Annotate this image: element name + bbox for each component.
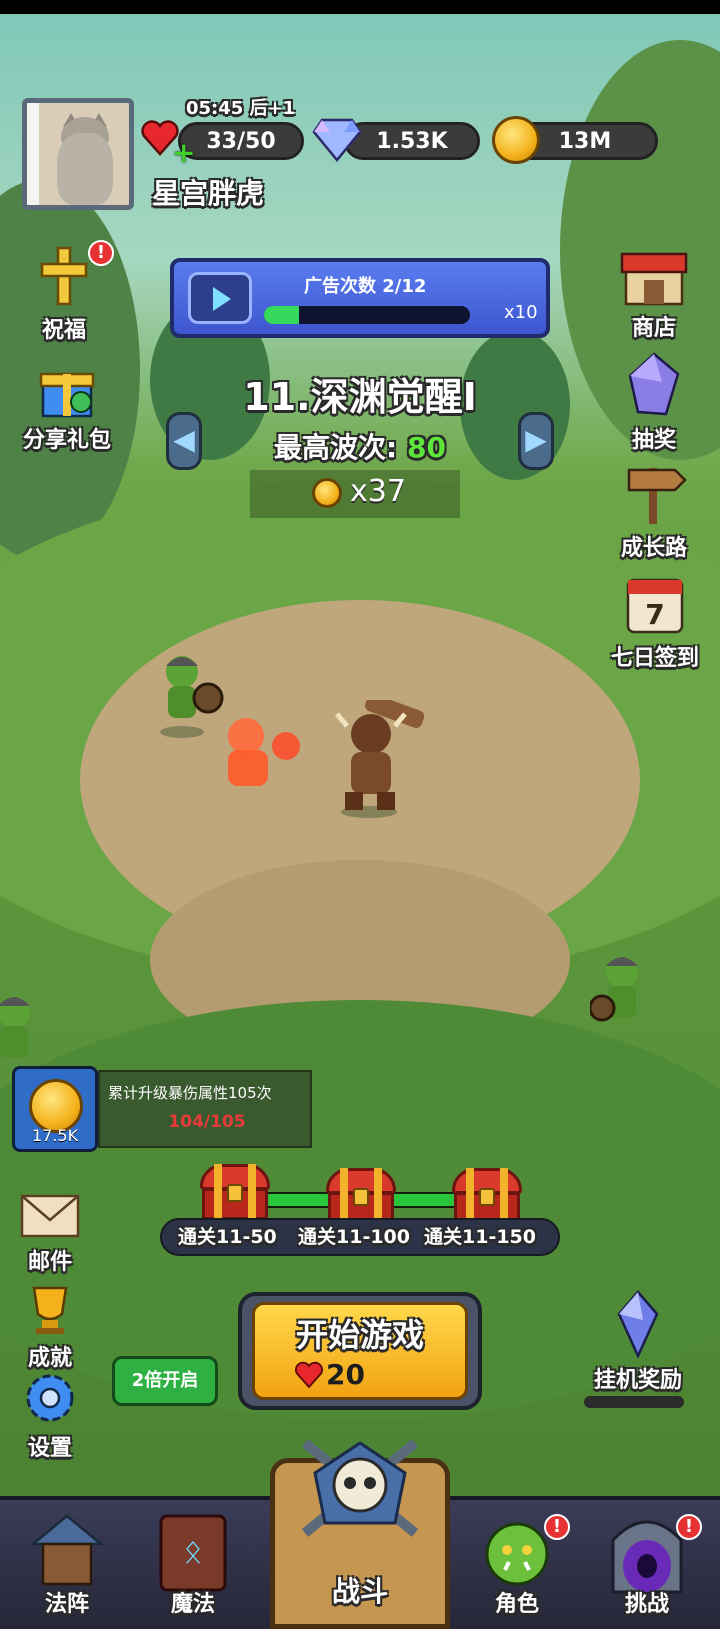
mail-button[interactable]: 邮件: [0, 1190, 100, 1276]
quest-coin-icon: [29, 1079, 83, 1133]
gem-pill: 1.53K: [344, 122, 480, 160]
ad-count-label: 广告次数 2/12: [304, 272, 426, 298]
gem-value: 1.53K: [376, 128, 448, 154]
coin-reward-amount: x37: [350, 474, 406, 509]
heart-icon: [294, 1361, 324, 1389]
ad-progress-track: [264, 306, 470, 324]
quest-reward-value: 17.5K: [31, 1126, 79, 1145]
shop-icon: [620, 252, 688, 306]
player-name: 星宫胖虎: [152, 177, 265, 210]
settings-button[interactable]: 设置: [0, 1370, 100, 1462]
svg-text:ᛟ: ᛟ: [183, 1532, 202, 1570]
nav-challenge-label: 挑战: [624, 1592, 669, 1617]
nav-battle[interactable]: 战斗: [270, 1439, 450, 1629]
chest-lock-icon: [227, 1184, 243, 1202]
gear-icon: [26, 1374, 74, 1422]
growth-path-button[interactable]: 成长路: [604, 460, 704, 562]
shop-button[interactable]: 商店: [604, 246, 704, 342]
ad-label-text: 广告次数: [304, 276, 376, 297]
cross-icon: [40, 246, 88, 306]
chest-lock-icon: [479, 1188, 495, 1206]
orc-enemy-2: [590, 956, 638, 1022]
stamina-timer: 05:45 后+1: [186, 98, 296, 119]
milestone-chest-1[interactable]: [200, 1164, 270, 1220]
blessing-badge: !: [88, 240, 114, 266]
blessing-label: 祝福: [41, 318, 86, 343]
chest-lock-icon: [353, 1188, 369, 1206]
growth-path-label: 成长路: [620, 536, 687, 561]
fire-hero: [228, 718, 300, 786]
calendar-day: 7: [645, 598, 664, 631]
stamina-pill: 33/50: [178, 122, 304, 160]
tower-icon: [29, 1514, 105, 1586]
achievements-button[interactable]: 成就: [0, 1284, 100, 1372]
double-speed-button[interactable]: 2倍开启: [112, 1356, 218, 1406]
quest-panel: 累计升级暴伤属性105次 104/105: [98, 1070, 312, 1148]
milestone-chest-3[interactable]: [452, 1168, 522, 1224]
milestone-label-1: 通关11-50: [178, 1226, 277, 1248]
best-wave: 最高波次: 80: [0, 426, 720, 466]
nav-magic[interactable]: ᛟ 魔法: [138, 1510, 248, 1626]
nav-formation-label: 法阵: [44, 1592, 89, 1617]
shop-label: 商店: [631, 316, 676, 341]
upgrade-quest-card[interactable]: 17.5K 累计升级暴伤属性105次 104/105: [12, 1066, 312, 1152]
start-game-cost: 20: [326, 1358, 365, 1391]
nav-formation[interactable]: 法阵: [12, 1510, 122, 1626]
add-stamina-button[interactable]: +: [172, 139, 195, 167]
challenge-badge: !: [676, 1514, 702, 1540]
idle-reward-bar: [584, 1396, 684, 1408]
best-wave-value: 80: [406, 431, 446, 464]
milestone-chest-2[interactable]: [326, 1168, 396, 1224]
nav-character-label: 角色: [494, 1592, 539, 1617]
stamina-value: 33/50: [206, 128, 276, 154]
start-game-button[interactable]: 开始游戏 20: [238, 1292, 482, 1410]
ad-multiplier: x10: [504, 302, 538, 323]
video-play-icon: [188, 272, 252, 324]
quest-reward-box: 17.5K: [12, 1066, 98, 1152]
player-avatar[interactable]: [22, 98, 134, 210]
signpost-icon: [627, 468, 687, 524]
gem-icon: [312, 118, 362, 162]
spellbook-icon: ᛟ: [159, 1514, 227, 1592]
gold-coin-icon: [492, 116, 540, 164]
stage-title: 11.深渊觉醒I: [243, 375, 477, 419]
trophy-icon: [32, 1286, 68, 1334]
coin-icon: [312, 478, 342, 508]
ad-bonus-bar[interactable]: 广告次数 2/12 x10: [170, 258, 550, 338]
achievements-label: 成就: [27, 1346, 72, 1371]
start-game-label: 开始游戏: [295, 1316, 424, 1354]
calendar-icon: 7: [626, 578, 684, 634]
skull-crossed-swords-icon: [301, 1439, 419, 1537]
idle-reward-label: 挂机奖励: [593, 1368, 682, 1393]
mail-label: 邮件: [27, 1250, 72, 1275]
quest-progress: 104/105: [168, 1112, 246, 1132]
ad-progress-fill: [264, 306, 300, 324]
stage-coin-reward: x37: [250, 470, 460, 518]
gold-value: 13M: [558, 128, 612, 154]
nav-magic-label: 魔法: [170, 1592, 215, 1617]
milestone-label-2: 通关11-100: [298, 1226, 410, 1248]
best-wave-label: 最高波次:: [274, 431, 398, 464]
ad-count-value: 2/12: [382, 276, 427, 297]
crystal-icon: [617, 1290, 659, 1360]
seven-day-signin-button[interactable]: 7 七日签到: [596, 572, 714, 672]
minotaur-boss: [335, 700, 425, 818]
nav-battle-label: 战斗: [331, 1575, 388, 1608]
envelope-icon: [20, 1194, 80, 1238]
quest-description: 累计升级暴伤属性105次: [108, 1084, 272, 1102]
seven-day-signin-label: 七日签到: [610, 646, 699, 671]
settings-label: 设置: [27, 1436, 72, 1461]
status-bar: [0, 0, 720, 14]
milestone-label-3: 通关11-150: [424, 1226, 536, 1248]
idle-reward-button[interactable]: 挂机奖励: [576, 1290, 700, 1394]
character-badge: !: [544, 1514, 570, 1540]
